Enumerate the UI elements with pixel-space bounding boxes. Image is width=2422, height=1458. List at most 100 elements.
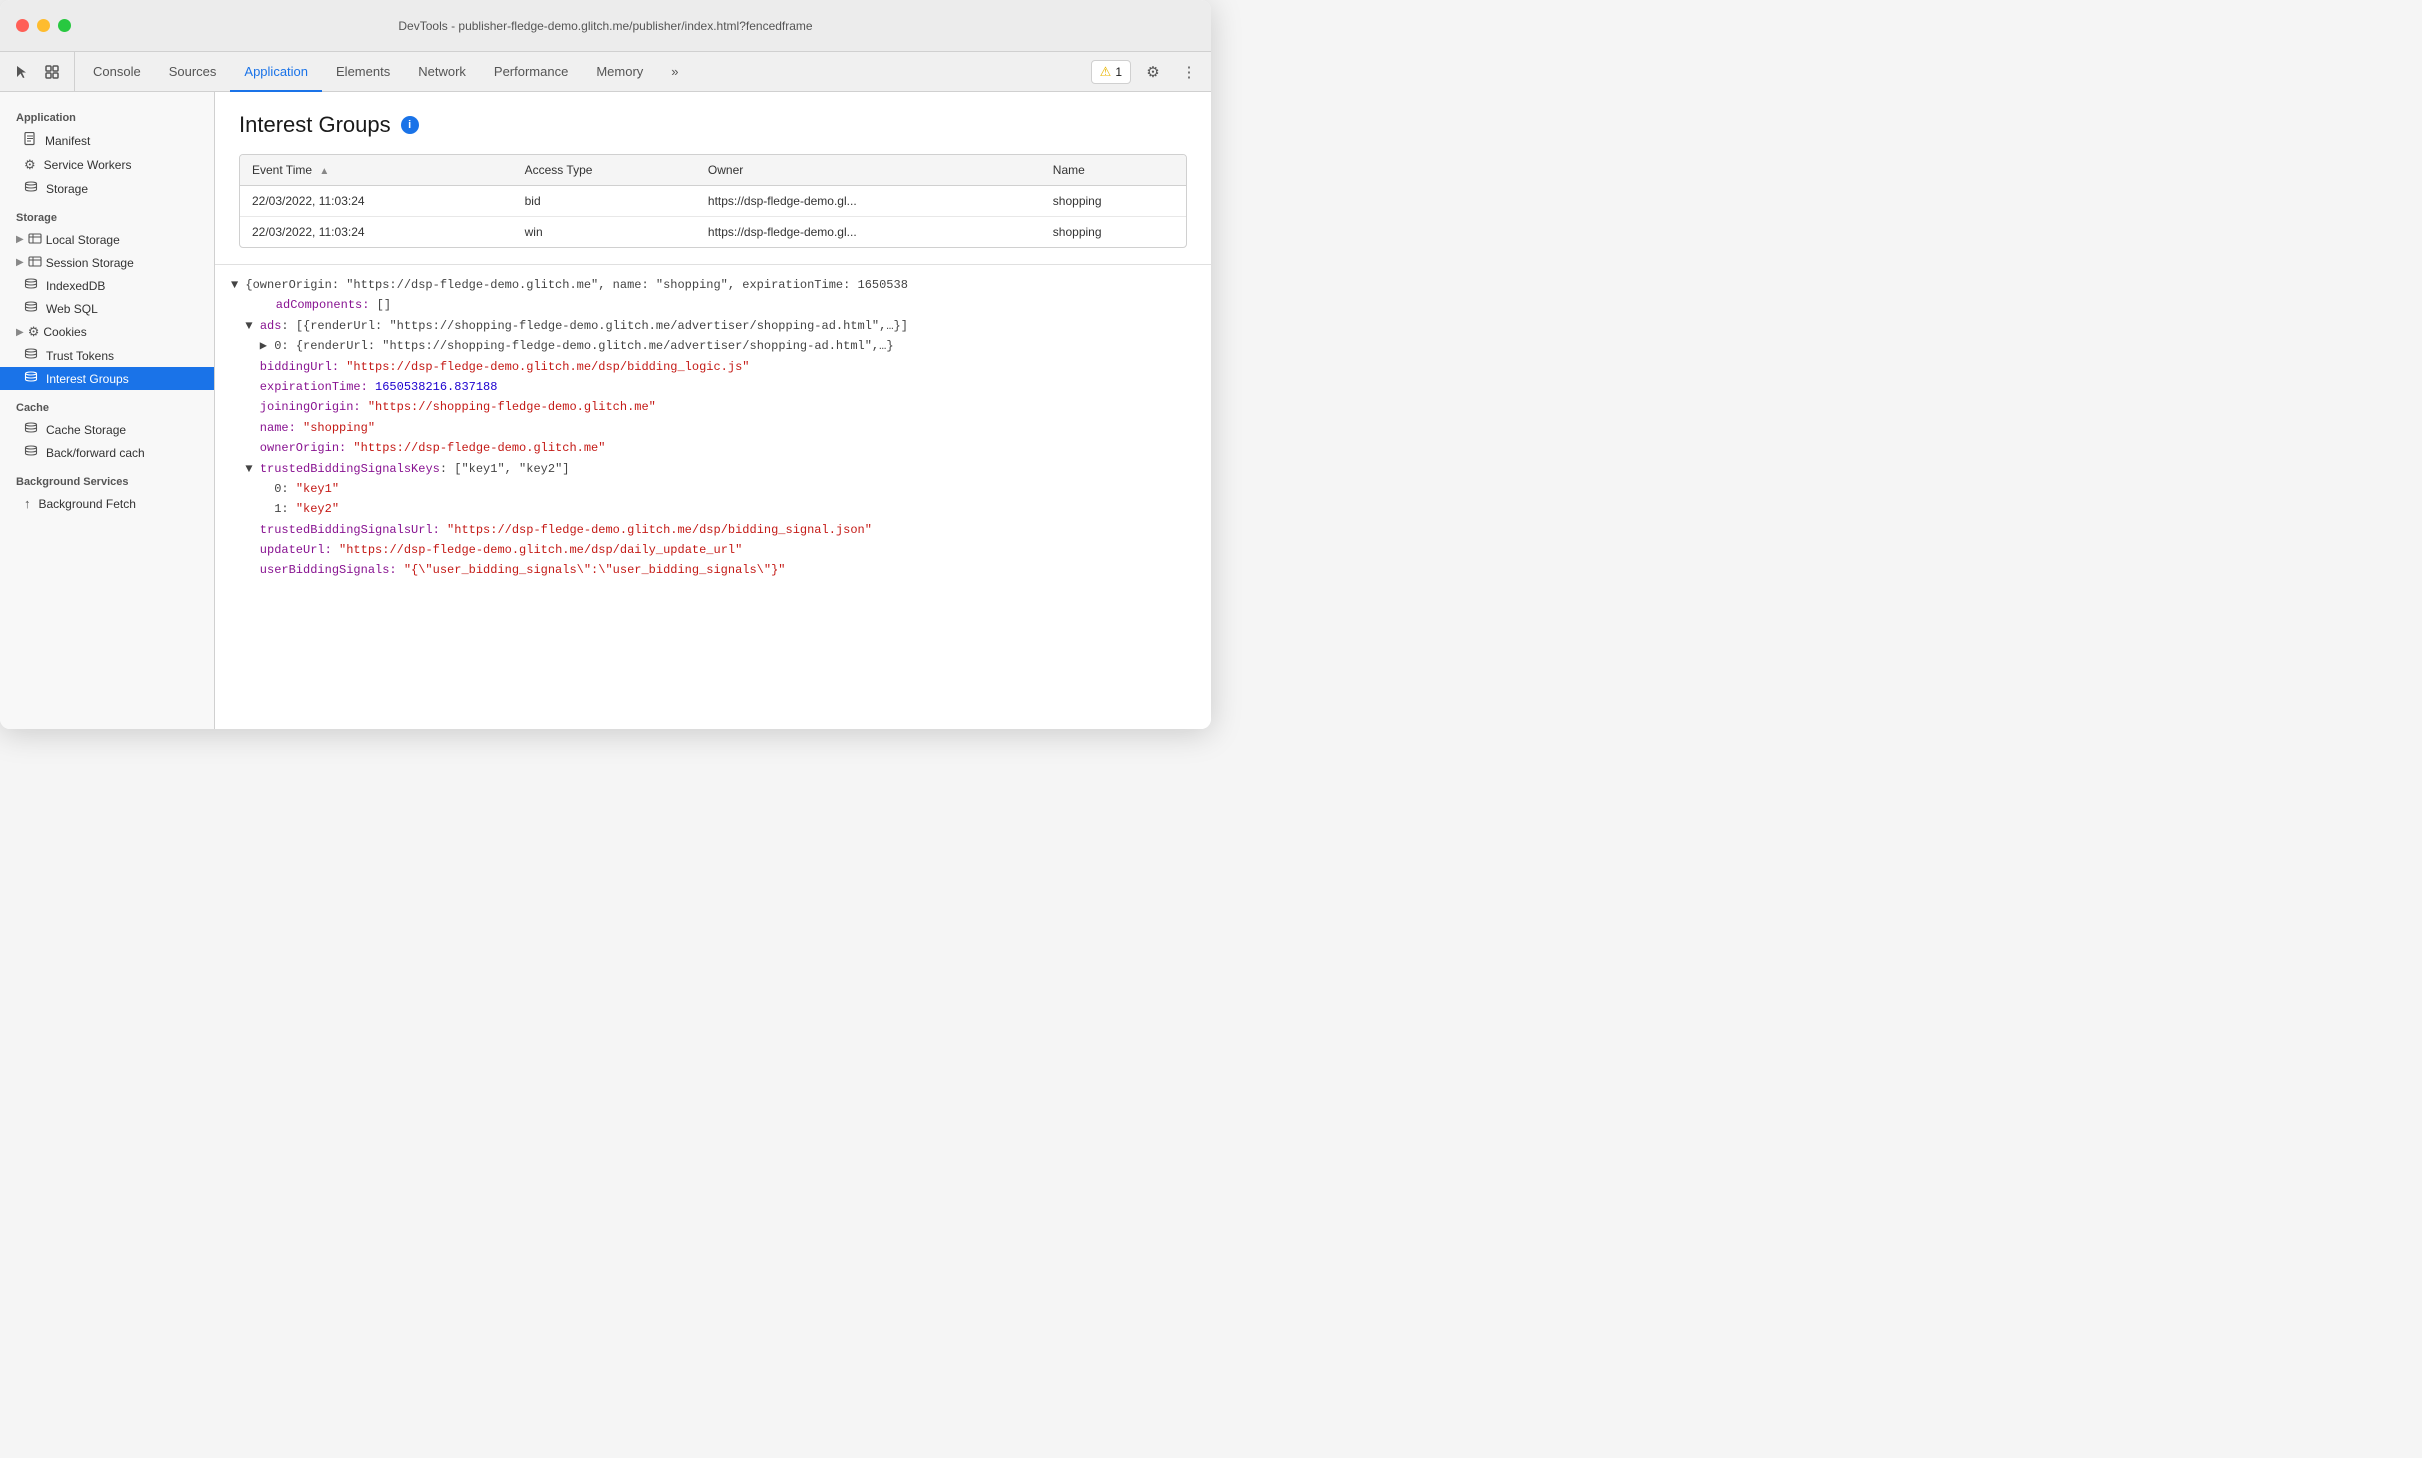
tab-memory[interactable]: Memory xyxy=(582,53,657,92)
cache-storage-icon xyxy=(24,422,38,437)
storage-app-icon xyxy=(24,181,38,196)
tab-elements[interactable]: Elements xyxy=(322,53,404,92)
detail-line: joiningOrigin: "https://shopping-fledge-… xyxy=(231,397,1195,417)
tab-more[interactable]: » xyxy=(657,53,692,92)
maximize-button[interactable] xyxy=(58,19,71,32)
col-event-time-label: Event Time xyxy=(252,163,312,177)
sidebar-item-back-forward-cache[interactable]: Back/forward cach xyxy=(0,441,214,464)
ig-table: Event Time ▲ Access Type Owner Name 22/0… xyxy=(239,154,1187,248)
indexeddb-icon xyxy=(24,278,38,293)
detail-panel: ▼ {ownerOrigin: "https://dsp-fledge-demo… xyxy=(215,265,1211,591)
sidebar: Application Manifest ⚙ Service Workers S… xyxy=(0,92,215,729)
tab-network[interactable]: Network xyxy=(404,53,480,92)
sidebar-item-web-sql[interactable]: Web SQL xyxy=(0,297,214,320)
devtools-window: DevTools - publisher-fledge-demo.glitch.… xyxy=(0,0,1211,729)
traffic-lights xyxy=(16,19,71,32)
toolbar: Console Sources Application Elements Net… xyxy=(0,52,1211,92)
sidebar-item-session-storage[interactable]: ▶ Session Storage xyxy=(0,251,214,274)
ig-table-body: 22/03/2022, 11:03:24 bid https://dsp-fle… xyxy=(240,186,1186,248)
sidebar-item-interest-groups[interactable]: Interest Groups xyxy=(0,367,214,390)
cell-name: shopping xyxy=(1041,186,1186,217)
sort-icon: ▲ xyxy=(319,166,329,177)
interest-groups-table: Event Time ▲ Access Type Owner Name 22/0… xyxy=(240,155,1186,247)
cell-event-time: 22/03/2022, 11:03:24 xyxy=(240,186,513,217)
back-forward-cache-label: Back/forward cach xyxy=(46,446,145,460)
cell-owner: https://dsp-fledge-demo.gl... xyxy=(696,217,1041,248)
sidebar-item-manifest[interactable]: Manifest xyxy=(0,128,214,153)
cell-access-type: bid xyxy=(513,186,696,217)
cookies-arrow: ▶ xyxy=(16,327,24,338)
inspect-tool-button[interactable] xyxy=(38,58,66,86)
window-title: DevTools - publisher-fledge-demo.glitch.… xyxy=(398,19,812,33)
table-row[interactable]: 22/03/2022, 11:03:24 win https://dsp-fle… xyxy=(240,217,1186,248)
session-storage-icon xyxy=(28,255,42,270)
cursor-tool-button[interactable] xyxy=(8,58,36,86)
local-storage-icon xyxy=(28,232,42,247)
warning-count: 1 xyxy=(1115,65,1122,79)
background-fetch-label: Background Fetch xyxy=(39,497,136,511)
sidebar-item-cookies[interactable]: ▶ ⚙ Cookies xyxy=(0,320,214,344)
close-button[interactable] xyxy=(16,19,29,32)
more-button[interactable]: ⋮ xyxy=(1175,58,1203,86)
tab-sources[interactable]: Sources xyxy=(155,53,231,92)
sidebar-item-service-workers[interactable]: ⚙ Service Workers xyxy=(0,153,214,177)
minimize-button[interactable] xyxy=(37,19,50,32)
session-storage-arrow: ▶ xyxy=(16,257,24,268)
cookies-label: Cookies xyxy=(43,325,86,339)
toolbar-right: ⚠ 1 ⚙ ⋮ xyxy=(1091,52,1203,91)
titlebar: DevTools - publisher-fledge-demo.glitch.… xyxy=(0,0,1211,52)
sidebar-item-background-fetch[interactable]: ↑ Background Fetch xyxy=(0,492,214,515)
back-forward-cache-icon xyxy=(24,445,38,460)
tab-performance[interactable]: Performance xyxy=(480,53,582,92)
warning-icon: ⚠ xyxy=(1100,64,1112,80)
background-fetch-icon: ↑ xyxy=(24,496,31,511)
sidebar-item-cache-storage[interactable]: Cache Storage xyxy=(0,418,214,441)
interest-groups-label: Interest Groups xyxy=(46,372,129,386)
detail-line: ownerOrigin: "https://dsp-fledge-demo.gl… xyxy=(231,438,1195,458)
sidebar-item-storage-app[interactable]: Storage xyxy=(0,177,214,200)
sidebar-section-bg-services: Background Services xyxy=(0,464,214,492)
storage-app-label: Storage xyxy=(46,182,88,196)
tab-application[interactable]: Application xyxy=(230,53,322,92)
detail-line: biddingUrl: "https://dsp-fledge-demo.gli… xyxy=(231,357,1195,377)
detail-line: name: "shopping" xyxy=(231,418,1195,438)
col-name[interactable]: Name xyxy=(1041,155,1186,186)
col-event-time[interactable]: Event Time ▲ xyxy=(240,155,513,186)
indexeddb-label: IndexedDB xyxy=(46,279,105,293)
detail-line: 1: "key2" xyxy=(231,499,1195,519)
cell-owner: https://dsp-fledge-demo.gl... xyxy=(696,186,1041,217)
sidebar-section-application: Application xyxy=(0,100,214,128)
sidebar-section-storage: Storage xyxy=(0,200,214,228)
toolbar-tabs: Console Sources Application Elements Net… xyxy=(79,52,1091,91)
detail-line: updateUrl: "https://dsp-fledge-demo.glit… xyxy=(231,540,1195,560)
col-owner[interactable]: Owner xyxy=(696,155,1041,186)
tab-console[interactable]: Console xyxy=(79,53,155,92)
info-icon[interactable]: i xyxy=(401,116,419,134)
sidebar-item-indexeddb[interactable]: IndexedDB xyxy=(0,274,214,297)
cache-storage-label: Cache Storage xyxy=(46,423,126,437)
table-header-row: Event Time ▲ Access Type Owner Name xyxy=(240,155,1186,186)
detail-line: trustedBiddingSignalsUrl: "https://dsp-f… xyxy=(231,520,1195,540)
local-storage-label: Local Storage xyxy=(46,233,120,247)
sidebar-item-local-storage[interactable]: ▶ Local Storage xyxy=(0,228,214,251)
warning-badge[interactable]: ⚠ 1 xyxy=(1091,60,1131,84)
detail-line: ▼ ads: [{renderUrl: "https://shopping-fl… xyxy=(231,316,1195,336)
col-access-type[interactable]: Access Type xyxy=(513,155,696,186)
service-workers-label: Service Workers xyxy=(44,158,132,172)
cell-event-time: 22/03/2022, 11:03:24 xyxy=(240,217,513,248)
content-area: Interest Groups i Event Time ▲ Access Ty… xyxy=(215,92,1211,729)
web-sql-label: Web SQL xyxy=(46,302,98,316)
detail-line: adComponents: [] xyxy=(231,295,1195,315)
trust-tokens-icon xyxy=(24,348,38,363)
interest-groups-panel: Interest Groups i Event Time ▲ Access Ty… xyxy=(215,92,1211,265)
service-workers-icon: ⚙ xyxy=(24,157,36,173)
settings-button[interactable]: ⚙ xyxy=(1139,58,1167,86)
table-row[interactable]: 22/03/2022, 11:03:24 bid https://dsp-fle… xyxy=(240,186,1186,217)
detail-line: ▼ trustedBiddingSignalsKeys: ["key1", "k… xyxy=(231,459,1195,479)
cell-name: shopping xyxy=(1041,217,1186,248)
local-storage-arrow: ▶ xyxy=(16,234,24,245)
cookies-icon: ⚙ xyxy=(28,324,40,340)
sidebar-item-trust-tokens[interactable]: Trust Tokens xyxy=(0,344,214,367)
detail-line: 0: "key1" xyxy=(231,479,1195,499)
detail-line: userBiddingSignals: "{\"user_bidding_sig… xyxy=(231,560,1195,580)
